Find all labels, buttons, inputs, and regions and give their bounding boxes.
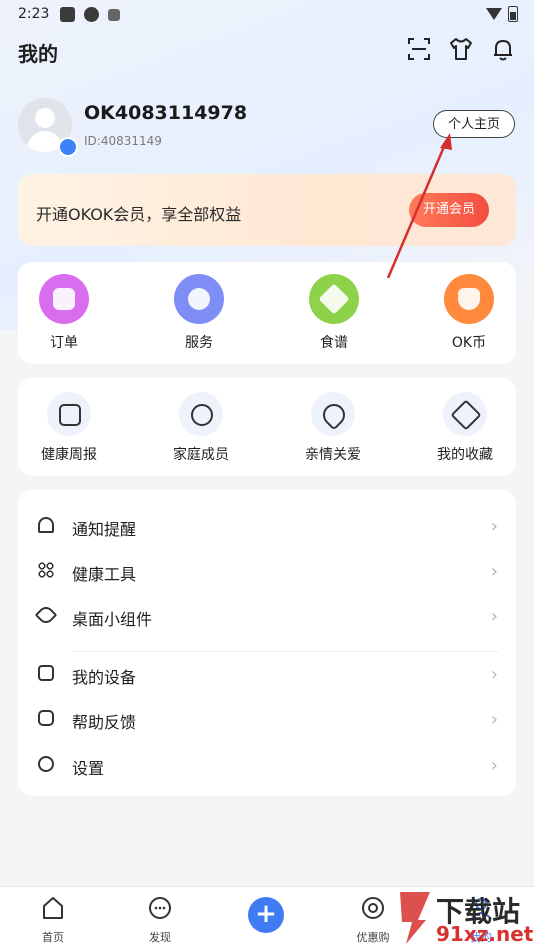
device-icon — [38, 665, 54, 681]
chevron-right-icon: › — [490, 664, 498, 685]
shortcut-label: 食谱 — [320, 335, 348, 351]
shortcut-card: 订单 服务 食谱 OK币 — [18, 262, 516, 364]
notification-icon — [108, 9, 120, 21]
home-icon — [43, 897, 63, 919]
chevron-right-icon: › — [490, 561, 498, 582]
nav-home[interactable]: 首页 — [18, 895, 88, 945]
bell-icon[interactable] — [490, 36, 516, 62]
row-label: 我的设备 — [72, 668, 137, 687]
star-icon — [443, 392, 487, 436]
chevron-right-icon: › — [490, 709, 498, 730]
rocket-icon — [34, 603, 58, 627]
wifi-icon — [486, 8, 502, 20]
status-bar: 2:23 — [0, 0, 534, 30]
family-card: 健康周报 家庭成员 亲情关爱 我的收藏 — [18, 378, 516, 476]
vip-button[interactable]: 开通会员 — [409, 193, 489, 227]
avatar-head — [35, 108, 55, 128]
bell-icon — [38, 517, 54, 533]
row-notifications[interactable]: 通知提醒 › — [18, 504, 516, 548]
settings-card: 通知提醒 › 健康工具 › 桌面小组件 › 我的设备 › 帮助反馈 › 设置 › — [18, 490, 516, 796]
status-time: 2:23 — [18, 6, 50, 22]
shortcut-label: OK币 — [451, 335, 487, 351]
row-devices[interactable]: 我的设备 › — [18, 652, 516, 696]
family-label: 亲情关爱 — [305, 447, 361, 463]
vip-card[interactable]: 开通OKOK会员，享全部权益 开通会员 — [18, 174, 516, 246]
row-health-tools[interactable]: 健康工具 › — [18, 549, 516, 593]
family-members-icon — [179, 392, 223, 436]
chevron-right-icon: › — [490, 606, 498, 627]
shortcut-ok-coins[interactable]: OK币 — [424, 274, 514, 352]
deal-icon — [362, 897, 384, 919]
family-care[interactable]: 亲情关爱 — [288, 392, 378, 464]
shortcut-recipes[interactable]: 食谱 — [289, 274, 379, 352]
health-report-icon — [47, 392, 91, 436]
orders-icon — [39, 274, 89, 324]
nav-label: 发现 — [149, 931, 171, 944]
chevron-right-icon: › — [490, 516, 498, 537]
family-label: 我的收藏 — [437, 447, 493, 463]
nav-discover[interactable]: 发现 — [125, 895, 195, 945]
watermark-bottom-text: 91xz.net — [436, 922, 534, 946]
chevron-right-icon: › — [490, 755, 498, 776]
row-label: 帮助反馈 — [72, 713, 137, 732]
sync-icon — [84, 7, 99, 22]
scan-icon[interactable] — [406, 36, 432, 62]
row-feedback[interactable]: 帮助反馈 › — [18, 697, 516, 741]
settings-icon — [38, 756, 54, 772]
status-right — [486, 6, 518, 22]
row-widgets[interactable]: 桌面小组件 › — [18, 594, 516, 638]
site-watermark: 下载站 91xz.net — [392, 888, 534, 950]
battery-icon — [508, 6, 518, 22]
profile-button[interactable]: 个人主页 — [433, 110, 515, 138]
recipes-icon — [309, 274, 359, 324]
family-label: 家庭成员 — [173, 447, 229, 463]
user-id: ID:40831149 — [84, 134, 162, 148]
family-favorites[interactable]: 我的收藏 — [420, 392, 510, 464]
discover-icon — [149, 897, 171, 919]
service-icon — [174, 274, 224, 324]
top-actions — [406, 36, 516, 62]
heart-icon — [311, 392, 355, 436]
app-notification-icon — [60, 7, 75, 22]
family-health-report[interactable]: 健康周报 — [24, 392, 114, 464]
family-members[interactable]: 家庭成员 — [156, 392, 246, 464]
shirt-icon[interactable] — [448, 36, 474, 62]
username: OK4083114978 — [84, 102, 248, 124]
shortcut-label: 服务 — [185, 335, 213, 351]
watermark-logo — [400, 892, 430, 944]
feedback-icon — [38, 710, 54, 726]
nav-label: 首页 — [42, 931, 64, 944]
plus-icon[interactable]: + — [248, 897, 284, 933]
row-label: 通知提醒 — [72, 520, 137, 539]
shortcut-orders[interactable]: 订单 — [19, 274, 109, 352]
vip-text: 开通OKOK会员，享全部权益 — [36, 205, 242, 224]
row-label: 健康工具 — [72, 565, 137, 584]
shortcut-label: 订单 — [50, 335, 78, 351]
edit-avatar-icon[interactable] — [58, 137, 78, 157]
row-label: 设置 — [72, 759, 105, 778]
grid-icon — [38, 562, 54, 578]
row-label: 桌面小组件 — [72, 610, 153, 629]
ok-coin-icon — [444, 274, 494, 324]
family-label: 健康周报 — [41, 447, 97, 463]
shortcut-service[interactable]: 服务 — [154, 274, 244, 352]
page-title: 我的 — [18, 42, 58, 66]
row-settings[interactable]: 设置 › — [18, 743, 516, 787]
